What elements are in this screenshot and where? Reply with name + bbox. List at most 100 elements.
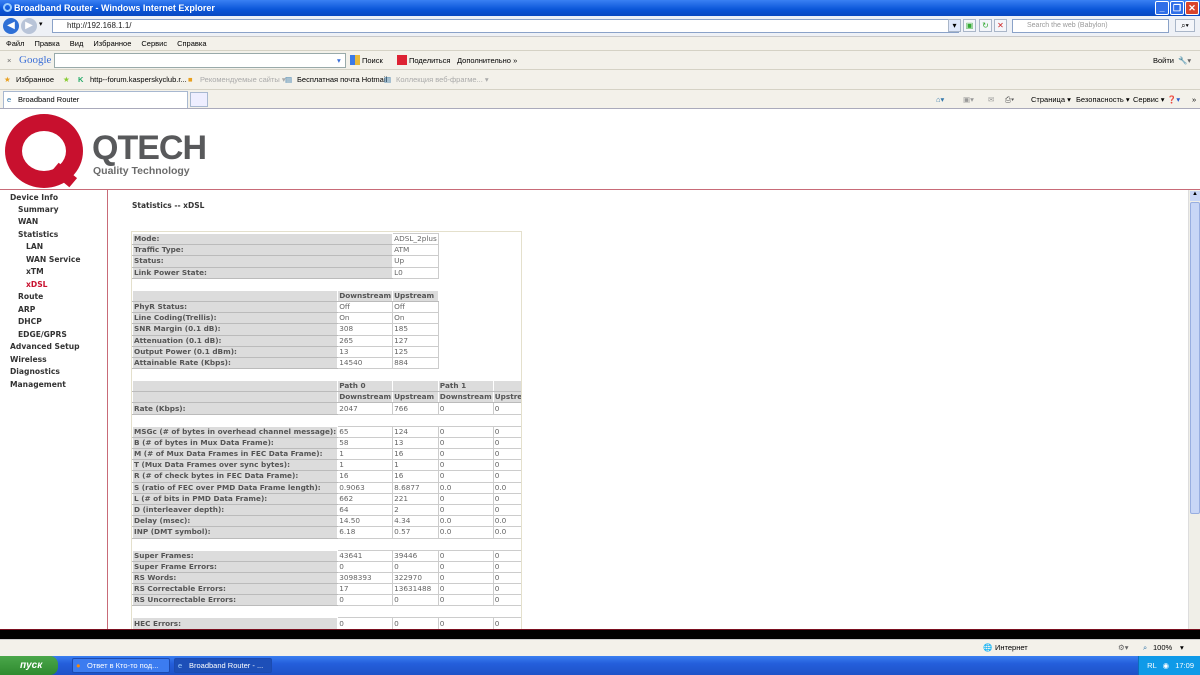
sidebar-item-advanced-setup[interactable]: Advanced Setup [10, 342, 80, 351]
web-search-input[interactable]: Search the web (Babylon) [1012, 19, 1169, 33]
close-toolbar-icon[interactable]: × [7, 51, 11, 70]
tools-menu[interactable]: Сервис ▾ [1133, 90, 1165, 109]
sidebar-item-wan-service[interactable]: WAN Service [26, 255, 80, 264]
protected-mode-icon[interactable]: ⚙▾ [1118, 640, 1129, 656]
feeds-icon[interactable]: ▣▾ [963, 90, 974, 109]
sidebar-item-xdsl[interactable]: xDSL [26, 280, 48, 289]
search-icon[interactable]: ⌕▾ [1175, 19, 1195, 32]
empty-cell [438, 301, 521, 312]
address-dropdown-icon[interactable]: ▾ [948, 19, 961, 32]
fav-link-kaspersky[interactable]: http--forum.kasperskyclub.r... [90, 70, 187, 90]
share-button[interactable]: Поделиться [409, 51, 450, 70]
stat-value: 0 [392, 594, 439, 607]
sidebar-item-dhcp[interactable]: DHCP [18, 317, 42, 326]
zoom-level[interactable]: 100% [1153, 640, 1172, 656]
ie-icon [3, 3, 12, 12]
scrollbar-thumb[interactable] [1190, 202, 1200, 514]
safety-menu[interactable]: Безопасность ▾ [1076, 90, 1130, 109]
close-button[interactable]: ✕ [1185, 1, 1199, 15]
restore-button[interactable]: ❐ [1170, 1, 1184, 15]
stat-value: Off [337, 300, 394, 314]
kaspersky-icon: K [78, 75, 84, 84]
forward-button[interactable]: ▶ [21, 18, 37, 34]
menu-favorites[interactable]: Избранное [93, 39, 131, 48]
refresh-icon[interactable]: ↻ [979, 19, 992, 32]
stat-label: Attenuation (0.1 dB): [132, 334, 339, 347]
sidebar-item-arp[interactable]: ARP [18, 305, 35, 314]
start-button[interactable]: пуск [0, 656, 58, 675]
address-row: ◀ ▶ ▾ http://192.168.1.1/ ▾ ▣ ↻ ✕ Search… [0, 16, 1200, 37]
sidebar-item-diagnostics[interactable]: Diagnostics [10, 367, 60, 376]
header-blank [132, 380, 339, 393]
minimize-button[interactable]: _ [1155, 1, 1169, 15]
menu-edit[interactable]: Правка [34, 39, 59, 48]
stat-label: RS Correctable Errors: [132, 583, 339, 596]
stop-icon[interactable]: ✕ [994, 19, 1007, 32]
login-button[interactable]: Войти [1153, 51, 1174, 70]
favorites-button[interactable]: Избранное [16, 70, 54, 90]
home-icon[interactable]: ⌂▾ [936, 90, 944, 109]
compat-view-icon[interactable]: ▣ [963, 19, 976, 32]
stat-value: 0.0 [492, 515, 521, 528]
taskbar-item-firefox[interactable]: ● Ответ в Кто-то под... [72, 658, 170, 673]
back-button[interactable]: ◀ [3, 18, 19, 34]
sidebar-item-summary[interactable]: Summary [18, 205, 59, 214]
favorites-bar: ★ Избранное ★ K http--forum.kasperskyclu… [0, 70, 1200, 90]
wrench-icon[interactable]: 🔧▾ [1178, 51, 1191, 70]
stat-value: 0 [337, 560, 394, 573]
chevron-more-icon[interactable]: » [1192, 90, 1196, 109]
zoom-dropdown-icon[interactable]: ▾ [1180, 640, 1184, 656]
fav-link-suggested[interactable]: Рекомендуемые сайты ▾ [200, 70, 286, 90]
stats-row: SNR Margin (0.1 dB): 308 185 [132, 323, 522, 336]
fav-link-hotmail[interactable]: Бесплатная почта Hotmail [297, 70, 387, 90]
menu-file[interactable]: Файл [6, 39, 24, 48]
stat-value: 0 [492, 436, 521, 450]
empty-cell [438, 267, 521, 278]
sidebar-item-edge-gprs[interactable]: EDGE/GPRS [18, 330, 67, 339]
sidebar-item-management[interactable]: Management [10, 380, 66, 389]
stat-label: Delay (msec): [132, 515, 339, 528]
fav-link-webslices[interactable]: Коллекция веб-фрагме... ▾ [396, 70, 489, 90]
column-header: Downstream [437, 391, 494, 404]
scroll-up-icon[interactable]: ▲ [1190, 191, 1200, 201]
sidebar-item-statistics[interactable]: Statistics [18, 230, 58, 239]
google-dropdown-icon[interactable]: ▾ [337, 51, 341, 70]
stat-value: 0 [492, 470, 521, 483]
taskbar-item-ie[interactable]: e Broadband Router - ... [174, 658, 272, 673]
history-dropdown-icon[interactable]: ▾ [39, 20, 43, 28]
suggested-sites-icon: ■ [188, 75, 193, 84]
column-header: Path 0 [337, 380, 394, 393]
sidebar-item-lan[interactable]: LAN [26, 242, 43, 251]
print-icon[interactable]: ⎙▾ [1005, 90, 1014, 109]
sidebar-item-wan[interactable]: WAN [18, 217, 38, 226]
sidebar-item-wireless[interactable]: Wireless [10, 355, 47, 364]
page-scrollbar[interactable]: ▲ [1188, 190, 1200, 629]
stat-label: D (interleaver depth): [132, 503, 339, 517]
more-button[interactable]: Дополнительно » [457, 51, 517, 70]
stat-label: SNR Margin (0.1 dB): [132, 323, 339, 336]
page-menu[interactable]: Страница ▾ [1031, 90, 1071, 109]
column-header [492, 380, 521, 393]
menu-help[interactable]: Справка [177, 39, 206, 48]
help-icon[interactable]: ❓▾ [1167, 90, 1180, 109]
menu-tools[interactable]: Сервис [141, 39, 167, 48]
stats-row: R (# of check bytes in FEC Data Frame): 1… [132, 470, 521, 483]
stat-value: ADSL_2plus [392, 232, 439, 246]
language-indicator[interactable]: RL [1147, 661, 1156, 670]
sidebar-item-device-info[interactable]: Device Info [10, 193, 58, 202]
address-input[interactable]: http://192.168.1.1/ [52, 19, 959, 33]
new-tab-button[interactable] [190, 92, 208, 107]
stat-value: 0 [437, 571, 494, 585]
mail-icon[interactable]: ✉ [988, 90, 994, 109]
sidebar-item-xtm[interactable]: xTM [26, 267, 44, 276]
sidebar-item-route[interactable]: Route [18, 292, 43, 301]
network-icon[interactable]: ◉ [1163, 661, 1170, 670]
add-favorite-icon[interactable]: ★ [63, 70, 70, 90]
menu-view[interactable]: Вид [70, 39, 84, 48]
status-bar: 🌐 Интернет ⚙▾ ⌕ 100% ▾ [0, 639, 1200, 656]
google-search-button[interactable]: Поиск [362, 51, 383, 70]
google-search-input[interactable] [54, 53, 346, 68]
stat-value: 0 [437, 402, 494, 415]
stat-value: 0.9063 [337, 481, 394, 494]
tab-broadband-router[interactable]: e Broadband Router [3, 91, 188, 108]
